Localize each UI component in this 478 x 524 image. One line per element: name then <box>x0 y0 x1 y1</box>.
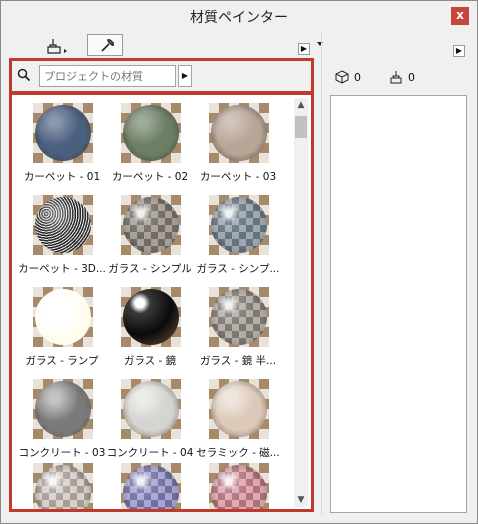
material-sphere-preview <box>211 465 267 509</box>
material-thumbnail <box>33 287 93 347</box>
scroll-down-icon[interactable]: ▼ <box>294 493 308 507</box>
title-bar: 材質ペインター x <box>1 1 477 31</box>
material-label: カーペット - 02 <box>111 171 189 183</box>
cube-icon <box>335 70 349 84</box>
material-label: ガラス - ランプ <box>25 355 99 367</box>
material-label: コンクリート - 04 <box>106 447 194 459</box>
material-sphere-preview <box>35 381 91 437</box>
material-sphere-preview <box>123 381 179 437</box>
window-title: 材質ペインター <box>190 10 288 26</box>
material-tile[interactable] <box>18 459 106 509</box>
close-button[interactable]: x <box>451 7 469 25</box>
material-sphere-preview <box>35 465 91 509</box>
brush-count-value: 0 <box>408 71 415 84</box>
right-expand-button[interactable]: ▶ <box>453 45 465 57</box>
material-thumbnail <box>33 195 93 255</box>
material-label: カーペット - 3D... <box>18 263 106 275</box>
material-tile[interactable]: コンクリート - 03 <box>18 375 106 461</box>
material-tile[interactable]: カーペット - 03 <box>194 99 282 185</box>
panel-divider <box>321 31 322 515</box>
scroll-up-icon[interactable]: ▲ <box>294 98 308 112</box>
material-detail-box <box>330 95 467 513</box>
material-thumbnail <box>209 379 269 439</box>
material-thumbnail <box>121 463 181 509</box>
material-thumbnail <box>33 379 93 439</box>
material-tile[interactable]: コンクリート - 04 <box>106 375 194 461</box>
material-sphere-preview <box>123 465 179 509</box>
material-tile[interactable]: ガラス - 鏡 <box>106 283 194 369</box>
material-label: ガラス - シンプ... <box>196 263 280 275</box>
material-painter-window: 材質ペインター x ▶ ▶ カーペット - 01カーペット - 02カーペット … <box>0 0 478 524</box>
vertical-scrollbar[interactable]: ▲ ▼ <box>294 98 308 507</box>
material-sphere-preview <box>123 289 179 345</box>
material-sphere-preview <box>123 105 179 161</box>
material-tile[interactable]: カーペット - 3D... <box>18 191 106 277</box>
material-thumbnail <box>121 379 181 439</box>
material-label: セラミック - 磁... <box>196 447 280 459</box>
material-sphere-preview <box>211 197 267 253</box>
material-thumbnail <box>33 103 93 163</box>
material-tile[interactable] <box>106 459 194 509</box>
material-label: ガラス - シンプル <box>108 263 192 275</box>
material-thumbnail <box>121 103 181 163</box>
search-input[interactable] <box>39 65 176 87</box>
material-sphere-preview <box>35 105 91 161</box>
paint-bucket-icon <box>47 39 67 54</box>
eyedropper-button[interactable] <box>87 34 123 56</box>
material-thumbnail <box>209 103 269 163</box>
paint-bucket-button[interactable] <box>39 34 75 56</box>
material-thumbnail <box>33 463 93 509</box>
material-label: カーペット - 03 <box>199 171 277 183</box>
material-label: コンクリート - 03 <box>18 447 106 459</box>
surface-count-value: 0 <box>354 71 361 84</box>
material-label: ガラス - 鏡 <box>123 355 177 367</box>
material-thumbnail <box>209 287 269 347</box>
search-icon <box>17 68 31 82</box>
paint-bucket-icon <box>390 71 402 84</box>
search-area: ▶ <box>9 58 314 94</box>
material-label: カーペット - 01 <box>23 171 101 183</box>
material-sphere-preview <box>123 197 179 253</box>
material-grid: カーペット - 01 カーペット - 02 カーペット - 03 カーペット - 3D… <box>18 99 293 509</box>
material-tile[interactable]: カーペット - 01 <box>18 99 106 185</box>
material-tile[interactable]: ガラス - 鏡 半... <box>194 283 282 369</box>
material-tile[interactable]: ガラス - ランプ <box>18 283 106 369</box>
scroll-thumb[interactable] <box>295 116 307 138</box>
counts-row: 0 0 <box>330 67 470 87</box>
material-thumbnail <box>121 195 181 255</box>
toolbar: ▶ <box>9 33 312 57</box>
expand-panel-button[interactable]: ▶ <box>298 43 310 55</box>
material-tile[interactable]: カーペット - 02 <box>106 99 194 185</box>
eyedropper-icon <box>101 39 114 52</box>
material-sphere-preview <box>35 289 91 345</box>
material-thumbnail <box>209 463 269 509</box>
material-sphere-preview <box>211 105 267 161</box>
material-label: ガラス - 鏡 半... <box>199 355 277 367</box>
material-sphere-preview <box>211 381 267 437</box>
material-sphere-preview <box>35 197 91 253</box>
material-list-area: カーペット - 01 カーペット - 02 カーペット - 03 カーペット - 3D… <box>9 92 314 512</box>
material-tile[interactable]: ガラス - シンプ... <box>194 191 282 277</box>
right-panel: ▶ 0 0 <box>330 31 470 515</box>
material-tile[interactable] <box>194 459 282 509</box>
material-tile[interactable]: ガラス - シンプル <box>106 191 194 277</box>
material-tile[interactable]: セラミック - 磁... <box>194 375 282 461</box>
material-sphere-preview <box>211 289 267 345</box>
material-thumbnail <box>209 195 269 255</box>
search-dropdown-button[interactable]: ▶ <box>178 65 192 87</box>
material-thumbnail <box>121 287 181 347</box>
